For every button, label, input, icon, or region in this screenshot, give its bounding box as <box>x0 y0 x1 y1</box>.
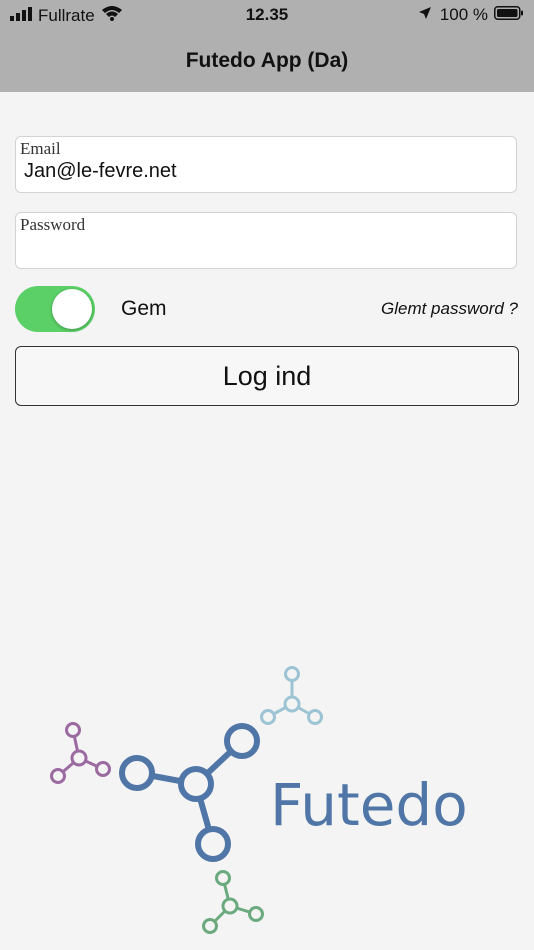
email-label: Email <box>20 139 61 158</box>
futedo-logo: Futedo <box>50 666 468 934</box>
password-input[interactable] <box>24 233 504 261</box>
molecule-purple-icon <box>50 722 111 784</box>
molecule-green-icon <box>202 870 264 934</box>
remember-toggle[interactable] <box>15 286 95 332</box>
page-title: Futedo App (Da) <box>185 49 349 72</box>
email-input[interactable] <box>24 157 504 185</box>
logo-wordmark: Futedo <box>270 771 468 839</box>
molecule-blue-icon <box>119 723 260 862</box>
battery-icon <box>494 5 524 25</box>
status-right: 100 % <box>418 5 524 25</box>
molecule-lightblue-icon <box>260 666 323 725</box>
toggle-knob <box>52 289 92 329</box>
email-field[interactable]: Email <box>15 136 517 193</box>
status-bar: Fullrate 12.35 100 % <box>0 0 534 30</box>
remember-label: Gem <box>121 297 167 320</box>
location-arrow-icon <box>418 5 432 25</box>
password-field[interactable]: Password <box>15 212 517 269</box>
forgot-password-link[interactable]: Glemt password ? <box>381 299 518 319</box>
password-label: Password <box>20 215 86 234</box>
battery-percent: 100 % <box>439 5 488 24</box>
nav-bar: Futedo App (Da) <box>0 30 534 92</box>
login-button[interactable]: Log ind <box>15 346 519 406</box>
